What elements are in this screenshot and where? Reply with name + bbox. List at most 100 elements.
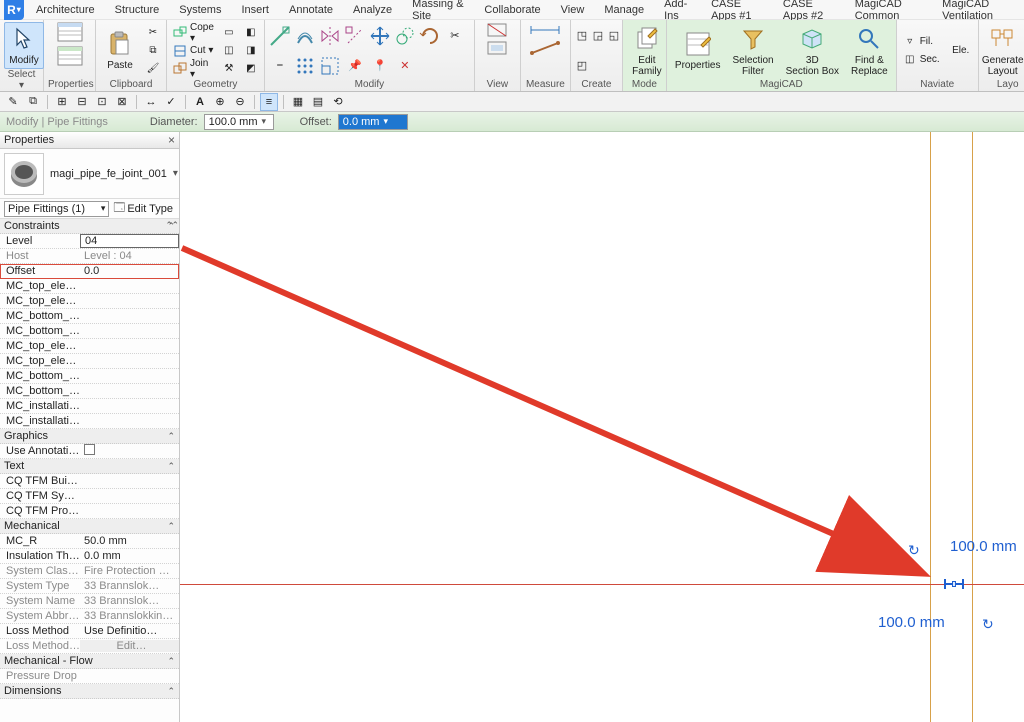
prop-mc10[interactable]: MC_installatio…: [0, 414, 179, 429]
prop-mc5[interactable]: MC_top_elevati…: [0, 339, 179, 354]
measure-icon[interactable]: [529, 40, 561, 56]
qat-btn-13[interactable]: ▦: [289, 93, 307, 111]
dimension-text-2[interactable]: 100.0 mm: [878, 614, 945, 631]
mirror-axis-icon[interactable]: [319, 25, 341, 47]
qat-btn-5[interactable]: ⊡: [93, 93, 111, 111]
naviate-fil-button[interactable]: ▿Fil.: [901, 34, 942, 50]
create-group-icon[interactable]: ◲: [591, 29, 605, 43]
prop-mc8[interactable]: MC_bottom_el…: [0, 384, 179, 399]
hide-icon[interactable]: [486, 22, 508, 38]
array-icon[interactable]: [294, 55, 316, 77]
menu-collaborate[interactable]: Collaborate: [474, 2, 550, 18]
paste-button[interactable]: Paste: [100, 28, 140, 73]
unpin-icon[interactable]: 📍: [369, 55, 391, 77]
close-icon[interactable]: ×: [168, 133, 175, 147]
type-properties-icon[interactable]: [57, 46, 83, 68]
select-dropdown[interactable]: Select ▾: [4, 69, 39, 92]
checkbox[interactable]: [84, 444, 95, 455]
prop-mc2[interactable]: MC_top_elevati…: [0, 294, 179, 309]
group-text[interactable]: Text⌃: [0, 459, 179, 474]
qat-btn-11[interactable]: ⊖: [231, 93, 249, 111]
edit-type-button[interactable]: 🗔 Edit Type: [111, 199, 175, 218]
qat-btn-4[interactable]: ⊟: [73, 93, 91, 111]
menu-architecture[interactable]: Architecture: [26, 2, 105, 18]
prop-offset[interactable]: Offset0.0: [0, 264, 179, 279]
flip-control-icon-2[interactable]: ↻: [982, 616, 994, 633]
generate-layout-button[interactable]: Generate Layout: [983, 23, 1023, 79]
prop-loss-method[interactable]: Loss MethodUse Definitio…: [0, 624, 179, 639]
offset-combo[interactable]: 0.0 mm ▾: [338, 114, 408, 130]
prop-tfm-product[interactable]: CQ TFM Produ…: [0, 504, 179, 519]
flip-control-icon-1[interactable]: ↻: [908, 542, 920, 559]
menu-view[interactable]: View: [551, 2, 595, 18]
create-similar-icon[interactable]: ◳: [575, 29, 589, 43]
geo-btn-1[interactable]: ▭: [220, 25, 238, 41]
geo-btn-2[interactable]: ◫: [220, 43, 238, 59]
group-mechflow[interactable]: Mechanical - Flow⌃: [0, 654, 179, 669]
edit-family-button[interactable]: Edit Family: [627, 23, 667, 79]
diameter-combo[interactable]: 100.0 mm ▾: [204, 114, 274, 130]
prop-mc7[interactable]: MC_bottom_el…: [0, 369, 179, 384]
copy-mini-button[interactable]: ⧉: [144, 43, 162, 59]
type-selector[interactable]: magi_pipe_fe_joint_001 ▾: [0, 149, 179, 199]
mirror-draw-icon[interactable]: [344, 25, 366, 47]
menu-manage[interactable]: Manage: [594, 2, 654, 18]
split-icon[interactable]: ⎯: [269, 55, 291, 77]
naviate-sec-button[interactable]: ◫Sec.: [901, 52, 942, 68]
align-icon[interactable]: [269, 25, 291, 47]
group-constraints[interactable]: Constraints⌃: [0, 219, 179, 234]
prop-tfm-building[interactable]: CQ TFM Building: [0, 474, 179, 489]
copy-mod-icon[interactable]: [394, 25, 416, 47]
qat-btn-8[interactable]: ✓: [162, 93, 180, 111]
geo-btn-6[interactable]: ◩: [242, 61, 260, 77]
qat-btn-3[interactable]: ⊞: [53, 93, 71, 111]
override-icon[interactable]: [486, 40, 508, 56]
prop-tfm-system[interactable]: CQ TFM System: [0, 489, 179, 504]
menu-structure[interactable]: Structure: [105, 2, 170, 18]
create-assembly-icon[interactable]: ◱: [607, 29, 621, 43]
mc-selfilter-button[interactable]: Selection Filter: [728, 23, 777, 79]
geo-btn-5[interactable]: ◨: [242, 43, 260, 59]
qat-btn-2[interactable]: ⧉: [24, 93, 42, 111]
qat-activate-dims[interactable]: ↔: [142, 93, 160, 111]
aligned-dim-icon[interactable]: [529, 22, 561, 38]
qat-text-a[interactable]: A: [191, 93, 209, 111]
menu-annotate[interactable]: Annotate: [279, 2, 343, 18]
mc-findreplace-button[interactable]: Find & Replace: [847, 23, 892, 79]
category-filter-combo[interactable]: Pipe Fittings (1) ▾: [4, 201, 109, 217]
prop-level[interactable]: Level04: [0, 234, 179, 249]
geo-btn-3[interactable]: ⚒: [220, 61, 238, 77]
prop-mc4[interactable]: MC_bottom_el…: [0, 324, 179, 339]
move-icon[interactable]: [369, 25, 391, 47]
naviate-ele-button[interactable]: Ele.: [946, 43, 976, 58]
create-parts-icon[interactable]: ◰: [575, 58, 589, 72]
trim-icon[interactable]: ✂: [444, 25, 466, 47]
prop-mc9[interactable]: MC_installatio…: [0, 399, 179, 414]
app-menu-button[interactable]: R▾: [4, 0, 24, 20]
pipe-fitting-element[interactable]: [944, 579, 964, 589]
pin-icon[interactable]: 📌: [344, 55, 366, 77]
qat-btn-6[interactable]: ⊠: [113, 93, 131, 111]
qat-btn-10[interactable]: ⊕: [211, 93, 229, 111]
cut-mini-button[interactable]: ✂: [144, 25, 162, 41]
menu-analyze[interactable]: Analyze: [343, 2, 402, 18]
scale-icon[interactable]: [319, 55, 341, 77]
group-dimensions[interactable]: Dimensions⌃: [0, 684, 179, 699]
join-button[interactable]: Join ▾: [171, 61, 216, 77]
prop-mcr[interactable]: MC_R50.0 mm: [0, 534, 179, 549]
mc-properties-button[interactable]: Properties: [671, 28, 725, 73]
group-mechanical[interactable]: Mechanical⌃: [0, 519, 179, 534]
menu-systems[interactable]: Systems: [169, 2, 231, 18]
prop-mc6[interactable]: MC_top_elevati…: [0, 354, 179, 369]
dimension-text-1[interactable]: 100.0 mm: [950, 538, 1017, 555]
matchtype-mini-button[interactable]: 🖌: [144, 61, 162, 77]
offset-icon[interactable]: [294, 25, 316, 47]
prop-mc3[interactable]: MC_bottom_el…: [0, 309, 179, 324]
modify-tool-button[interactable]: Modify: [4, 22, 44, 69]
geo-btn-4[interactable]: ◧: [242, 25, 260, 41]
cut-geo-button[interactable]: Cut ▾: [171, 43, 216, 59]
prop-loss-settings[interactable]: Loss Method S…Edit…: [0, 639, 179, 654]
prop-insulation[interactable]: Insulation Thic…0.0 mm: [0, 549, 179, 564]
qat-thin-lines[interactable]: ≡: [260, 93, 278, 111]
menu-insert[interactable]: Insert: [231, 2, 279, 18]
